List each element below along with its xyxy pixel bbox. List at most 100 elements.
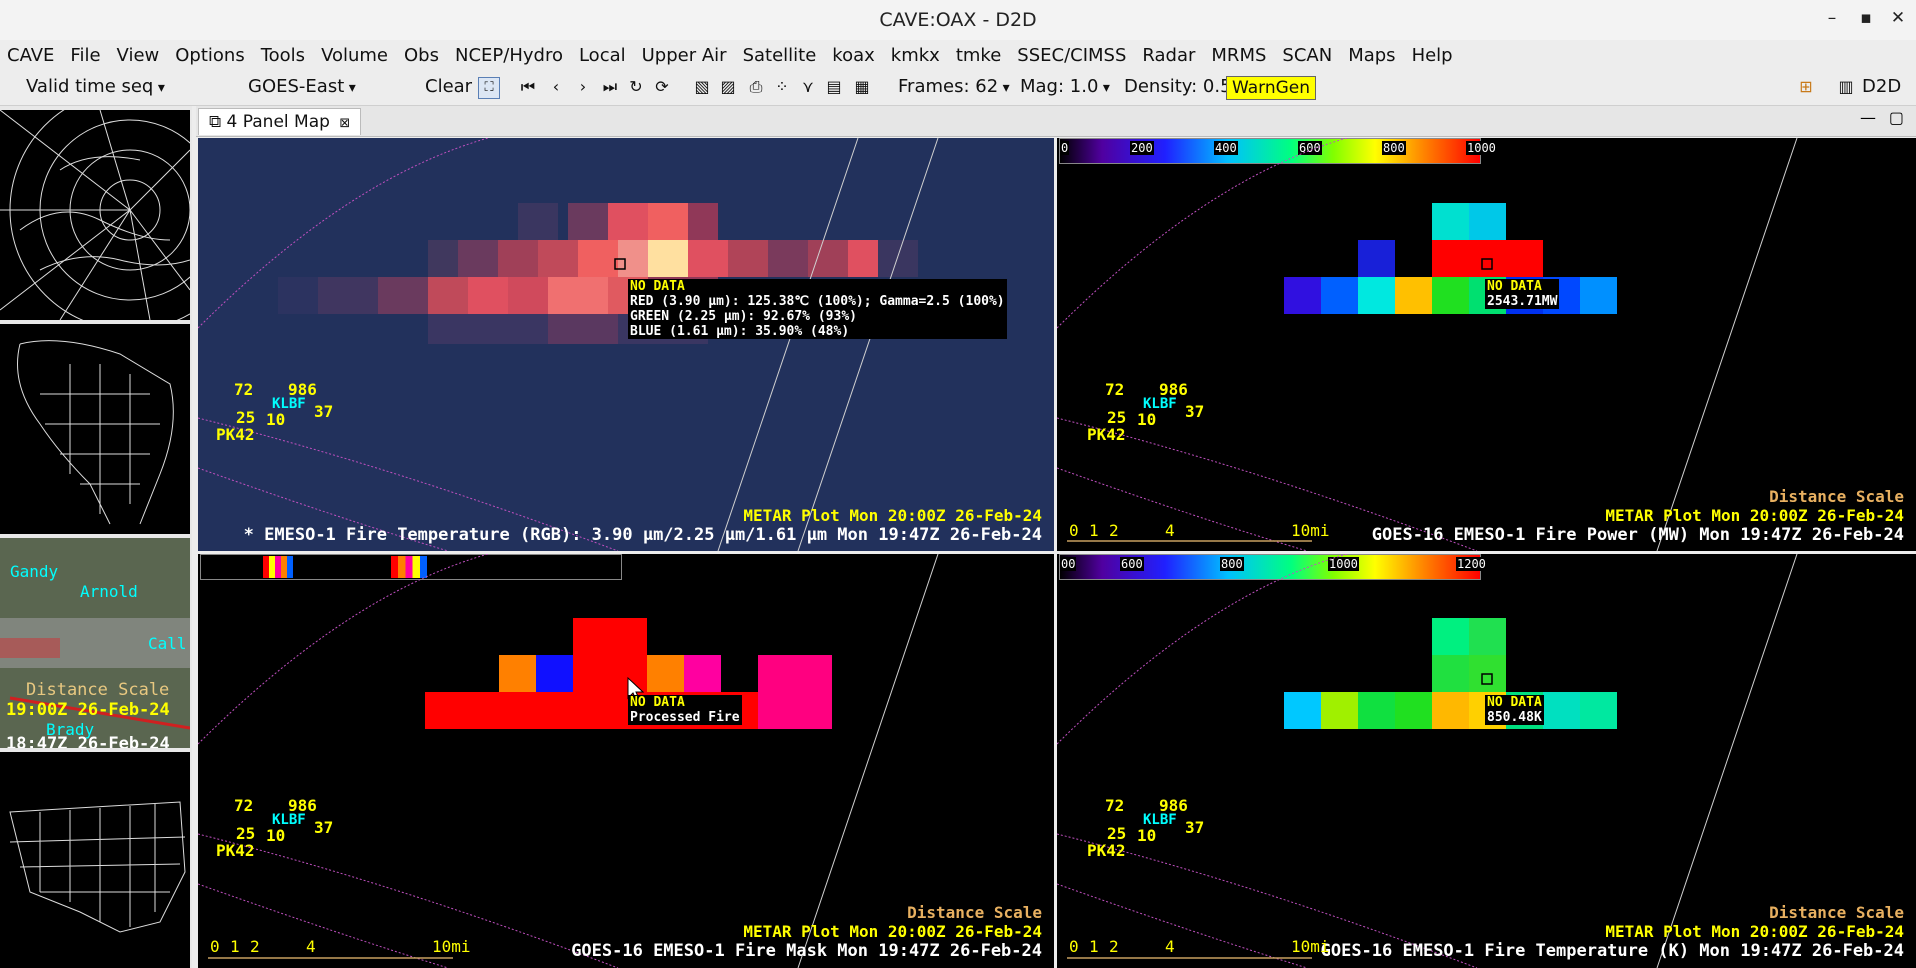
station-temp: 72 xyxy=(234,380,254,399)
image-properties-icon[interactable]: ▧ xyxy=(692,77,712,97)
town-label: Call xyxy=(148,634,187,653)
station-id: KLBF xyxy=(272,812,306,828)
distance-scale-label: Distance Scale xyxy=(1769,487,1904,506)
menu-local[interactable]: Local xyxy=(572,40,635,66)
station-temp: 72 xyxy=(1105,796,1125,815)
menu-mrms[interactable]: MRMS xyxy=(1204,40,1275,66)
perspective-label[interactable]: D2D xyxy=(1862,76,1901,97)
tab-4-panel-map[interactable]: ⧉ 4 Panel Map ⊠ xyxy=(198,108,362,135)
station-id: KLBF xyxy=(1143,396,1177,412)
station-id: KLBF xyxy=(272,396,306,412)
side-time-satellite: 18:47Z 26-Feb-24 xyxy=(6,734,170,748)
station-gust: PK42 xyxy=(1087,841,1126,860)
loop-properties-icon[interactable]: ⟳ xyxy=(652,77,672,97)
sample-value: Processed Fire xyxy=(630,710,740,725)
menu-file[interactable]: File xyxy=(63,40,109,66)
tab-close-icon[interactable]: ⊠ xyxy=(339,116,350,131)
hemisphere-map xyxy=(0,110,190,320)
menu-volume[interactable]: Volume xyxy=(314,40,397,66)
panel-fire-temperature-rgb[interactable]: NO DATA RED (3.90 µm): 125.38℃ (100%); G… xyxy=(198,138,1054,551)
print-icon[interactable]: ⎙ xyxy=(746,77,766,97)
sample-readout: NO DATA 2543.71MW xyxy=(1485,279,1560,309)
metar-station-klbf: 72 986 25 10 KLBF 37 PK42 xyxy=(216,796,336,866)
menu-ncep-hydro[interactable]: NCEP/Hydro xyxy=(448,40,572,66)
product-legend: GOES-16 EMESO-1 Fire Mask Mon 19:47Z 26-… xyxy=(571,941,1042,961)
toolbar: Valid time seq GOES-East Clear ⛶ ⏮ ‹ › ⏭… xyxy=(0,71,1916,106)
menu-bar: CAVE File View Options Tools Volume Obs NCEP/Hy… xyxy=(0,40,1916,71)
product-legend: GOES-16 EMESO-1 Fire Power (MW) Mon 19:4… xyxy=(1371,525,1904,545)
open-perspective-icon[interactable]: ⊞ xyxy=(1796,77,1816,97)
minimize-button[interactable]: – xyxy=(1818,8,1846,28)
thumbnail-conus[interactable] xyxy=(0,752,190,968)
menu-kmkx[interactable]: kmkx xyxy=(884,40,949,66)
menu-ssec-cimss[interactable]: SSEC/CIMSS xyxy=(1010,40,1135,66)
metar-station-klbf: 72 986 25 10 KLBF 37 PK42 xyxy=(1087,796,1207,866)
thumbnail-local-satellite[interactable]: Gandy Arnold Call Brady Distance Scale 1… xyxy=(0,538,190,748)
town-label: Arnold xyxy=(80,582,138,601)
points-icon[interactable]: ⁘ xyxy=(772,77,792,97)
metar-plot-label: METAR Plot Mon 20:00Z 26-Feb-24 xyxy=(743,922,1042,941)
menu-radar[interactable]: Radar xyxy=(1135,40,1204,66)
station-gust: PK42 xyxy=(216,841,255,860)
side-time-metar: 19:00Z 26-Feb-24 xyxy=(6,700,170,720)
sample-green: GREEN (2.25 µm): 92.67% (93%) xyxy=(630,309,857,324)
warngen-button[interactable]: WarnGen xyxy=(1226,76,1317,100)
station-wind: 37 xyxy=(314,818,334,837)
single-panel-icon[interactable]: ▤ xyxy=(824,77,844,97)
menu-upper-air[interactable]: Upper Air xyxy=(635,40,736,66)
sample-value: 850.48K xyxy=(1487,710,1542,725)
sample-value: 2543.71MW xyxy=(1487,294,1558,309)
window-title: CAVE:OAX - D2D xyxy=(879,9,1037,31)
station-visibility: 10 xyxy=(1137,826,1157,845)
multi-panel-icon[interactable]: ▦ xyxy=(852,77,872,97)
clear-button[interactable]: Clear xyxy=(425,76,472,97)
sample-blue: BLUE (1.61 µm): 35.90% (48%) xyxy=(630,324,850,339)
distance-scale-label: Distance Scale xyxy=(1769,903,1904,922)
time-mode-dropdown[interactable]: Valid time seq xyxy=(26,76,165,97)
pane-thumbnails: Gandy Arnold Call Brady Distance Scale 1… xyxy=(0,106,192,968)
menu-tmke[interactable]: tmke xyxy=(949,40,1010,66)
sample-readout: NO DATA RED (3.90 µm): 125.38℃ (100%); G… xyxy=(628,279,1007,339)
map-tab-icon: ⧉ xyxy=(209,112,227,132)
metar-station-klbf: 72 986 25 10 KLBF 37 PK42 xyxy=(1087,380,1207,450)
panel-fire-mask[interactable]: NO DATA Processed Fire 72 986 25 10 KLBF… xyxy=(198,554,1054,968)
thumbnail-northern-hemisphere[interactable] xyxy=(0,110,190,320)
zoom-fit-icon[interactable]: ⛶ xyxy=(478,77,500,99)
menu-tools[interactable]: Tools xyxy=(254,40,314,66)
d2d-perspective-icon[interactable]: ▥ xyxy=(1836,77,1856,97)
first-frame-icon[interactable]: ⏮ xyxy=(518,77,538,97)
thumbnail-north-america[interactable] xyxy=(0,324,190,534)
metar-station-klbf: 72 986 25 10 KLBF 37 PK42 xyxy=(216,380,336,450)
rgb-fire-image xyxy=(198,138,1054,551)
mag-dropdown[interactable]: Mag: 1.0 xyxy=(1020,76,1110,97)
frames-dropdown[interactable]: Frames: 62 xyxy=(898,76,1010,97)
maximize-pane-icon[interactable]: ▢ xyxy=(1889,108,1904,127)
minimize-pane-icon[interactable]: — xyxy=(1860,108,1876,127)
panel-fire-temperature-k[interactable]: 00 600 800 1000 1200 NO DATA 850.48K 72 xyxy=(1057,554,1916,968)
station-gust: PK42 xyxy=(1087,425,1126,444)
menu-obs[interactable]: Obs xyxy=(397,40,448,66)
image-combine-icon[interactable]: ▨ xyxy=(718,77,738,97)
close-button[interactable]: ✕ xyxy=(1884,8,1912,28)
menu-satellite[interactable]: Satellite xyxy=(736,40,826,66)
panel-fire-power[interactable]: 0 200 400 600 800 1000 NO DATA 2543.71MW xyxy=(1057,138,1916,551)
menu-options[interactable]: Options xyxy=(168,40,253,66)
step-forward-icon[interactable]: › xyxy=(573,77,593,97)
sample-readout: NO DATA Processed Fire xyxy=(628,695,742,725)
distance-scale-label: Distance Scale xyxy=(907,903,1042,922)
menu-cave[interactable]: CAVE xyxy=(0,40,63,66)
step-back-icon[interactable]: ‹ xyxy=(546,77,566,97)
menu-koax[interactable]: koax xyxy=(825,40,883,66)
menu-view[interactable]: View xyxy=(110,40,169,66)
last-frame-icon[interactable]: ⏭ xyxy=(600,77,620,97)
maximize-button[interactable]: ▪ xyxy=(1852,8,1880,28)
menu-scan[interactable]: SCAN xyxy=(1275,40,1341,66)
menu-help[interactable]: Help xyxy=(1405,40,1462,66)
source-dropdown[interactable]: GOES-East xyxy=(248,76,356,97)
sample-icon[interactable]: ⋎ xyxy=(798,77,818,97)
metar-plot-label: METAR Plot Mon 20:00Z 26-Feb-24 xyxy=(1605,506,1904,525)
loop-icon[interactable]: ↻ xyxy=(626,77,646,97)
town-label: Gandy xyxy=(10,562,59,581)
menu-maps[interactable]: Maps xyxy=(1341,40,1404,66)
product-legend: * EMESO-1 Fire Temperature (RGB): 3.90 µ… xyxy=(243,525,1042,545)
